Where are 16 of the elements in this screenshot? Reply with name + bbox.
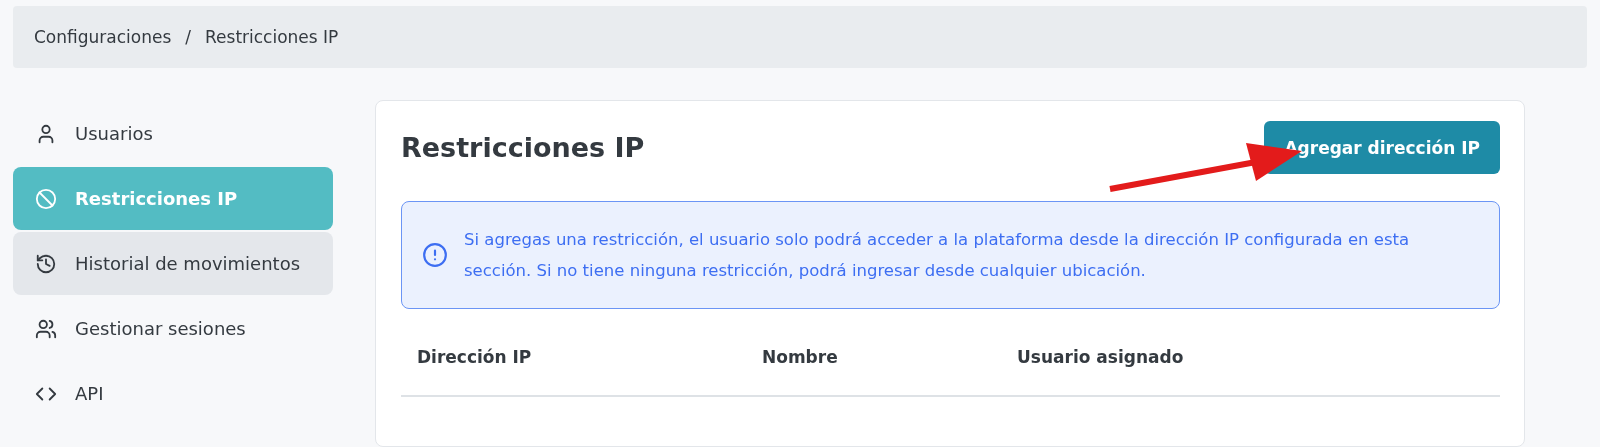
alert-text: Si agregas una restricción, el usuario solo podrá acceder a la plataforma desde la dirección IP configurada en esta sección. Si no tiene ninguna restricción, podrá ingresar desde cualquier ubicación. bbox=[464, 229, 1411, 282]
history-icon bbox=[35, 252, 57, 275]
sidebar-item[interactable]: Gestionar sesiones bbox=[13, 297, 333, 360]
users-icon bbox=[35, 317, 57, 340]
breadcrumb-item: Restricciones IP bbox=[205, 27, 339, 47]
breadcrumb-item[interactable]: Configuraciones bbox=[34, 27, 172, 47]
column-header: Usuario asignado bbox=[1017, 347, 1185, 367]
page-title: Restricciones IP bbox=[401, 132, 645, 163]
sidebar-item[interactable]: API bbox=[13, 362, 333, 425]
breadcrumb-separator: / bbox=[185, 27, 192, 47]
column-header: Dirección IP bbox=[417, 347, 533, 367]
prohibited-icon bbox=[35, 187, 57, 210]
column-header: Nombre bbox=[762, 347, 839, 367]
info-icon bbox=[422, 242, 448, 268]
sidebar-item[interactable]: Usuarios bbox=[13, 102, 333, 165]
sidebar-item[interactable]: Historial de movimientos bbox=[13, 232, 333, 295]
